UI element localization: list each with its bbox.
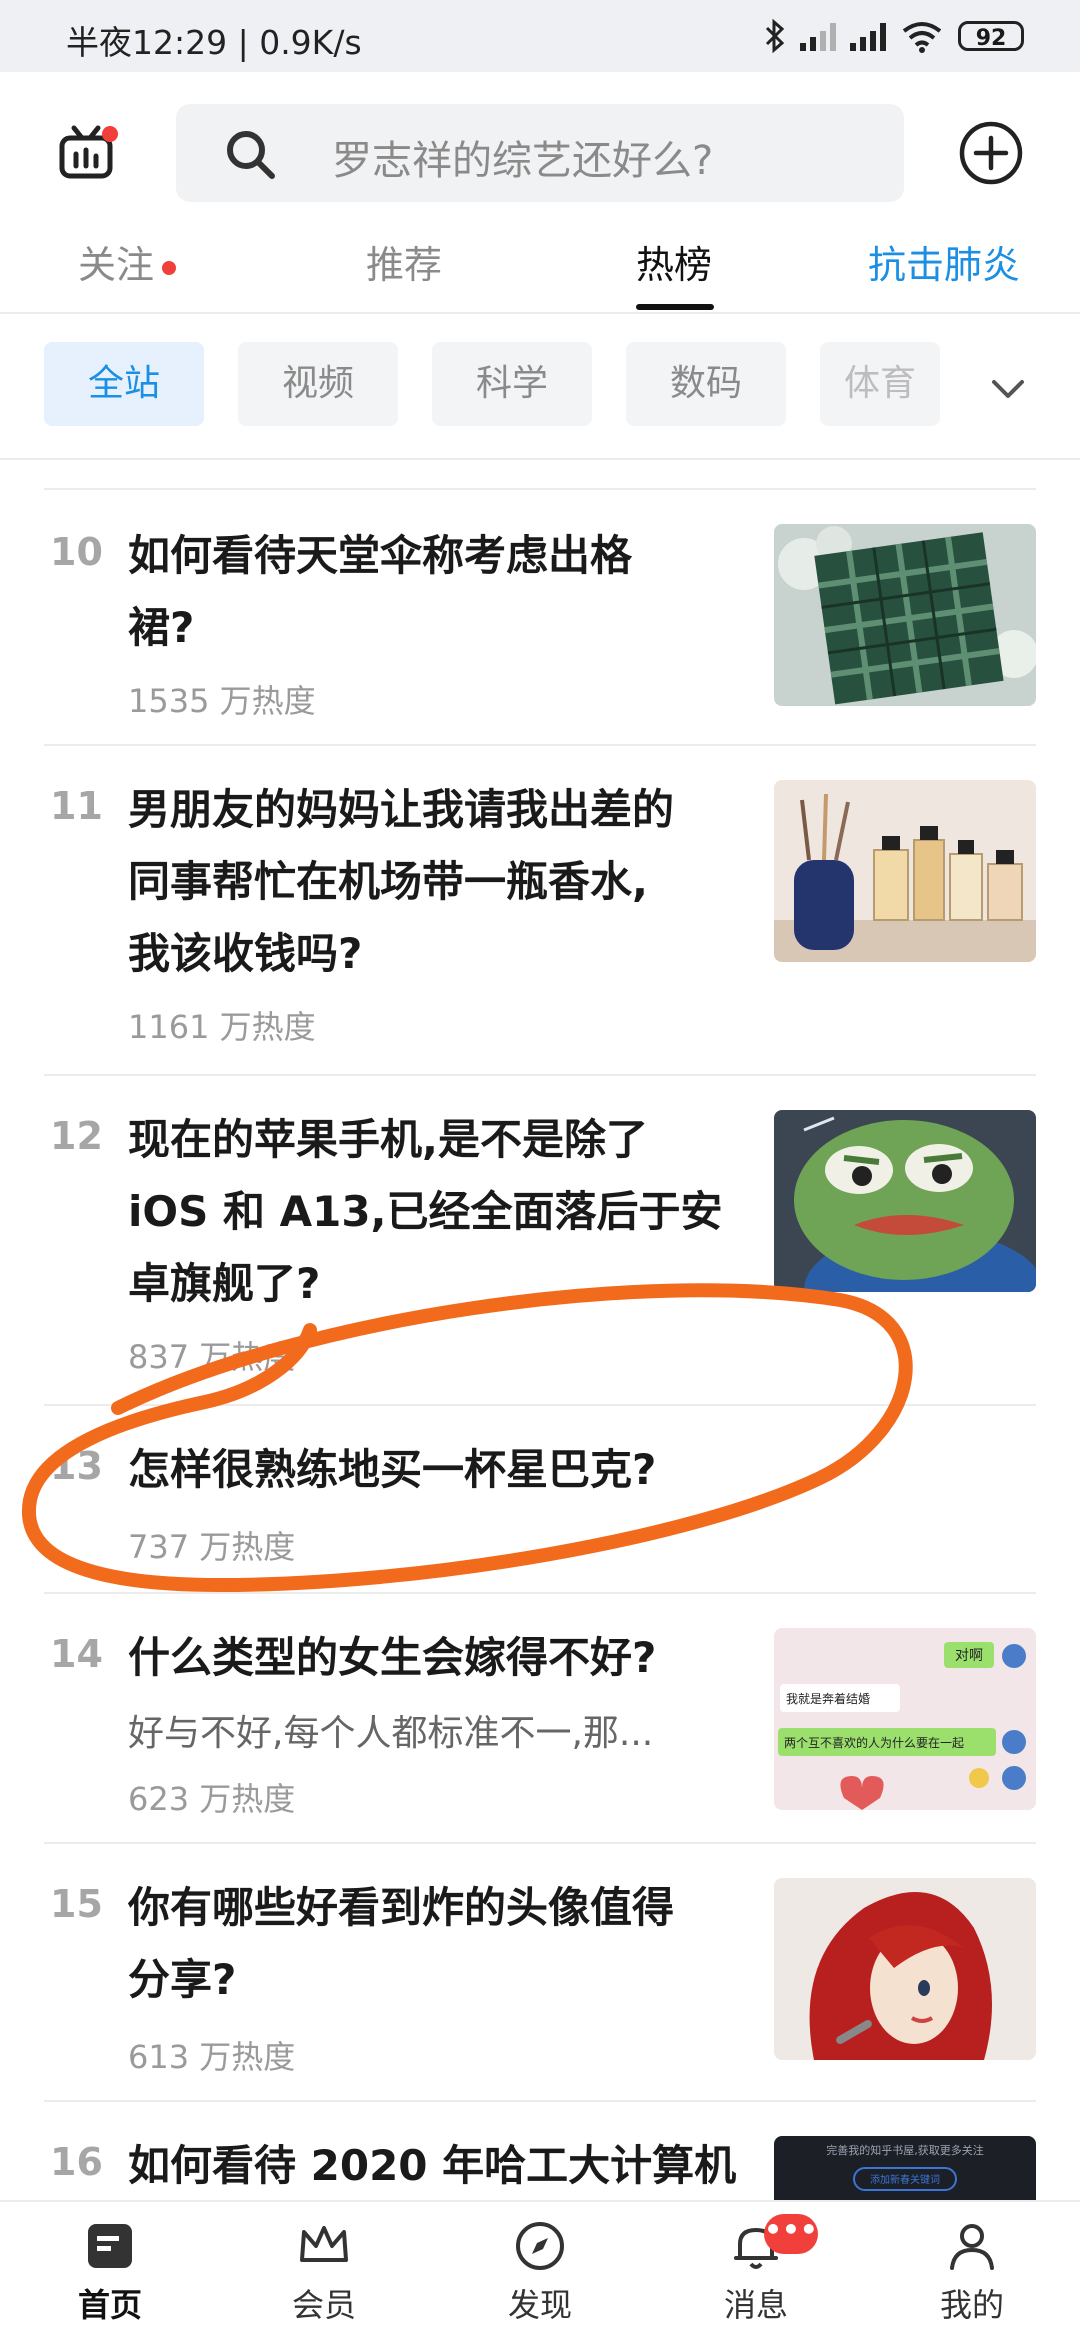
thumbnail-chat-screenshot[interactable]: 对啊 我就是奔着结婚 两个互不喜欢的人为什么要在一起 bbox=[774, 1628, 1036, 1810]
title-line: 裙? bbox=[128, 603, 195, 652]
thumbnail-perfume-bottles[interactable] bbox=[774, 780, 1036, 962]
feed-tabs: 关注 推荐 热榜 抗击肺炎 bbox=[0, 222, 1080, 314]
rank-number: 16 bbox=[50, 2140, 103, 2184]
list-item[interactable]: 14 什么类型的女生会嫁得不好? 好与不好,每个人都标准不一,那... 623 … bbox=[44, 1592, 1036, 1844]
question-title[interactable]: 如何看待 2020 年哈工大计算机 bbox=[128, 2130, 736, 2202]
battery-indicator: 92 bbox=[958, 21, 1024, 51]
rank-number: 15 bbox=[50, 1882, 103, 1926]
nav-label: 消息 bbox=[723, 2286, 788, 2324]
compass-icon bbox=[516, 2222, 564, 2270]
nav-home[interactable]: 首页 bbox=[40, 2218, 180, 2326]
message-badge: ••• bbox=[764, 2214, 818, 2254]
heat-count: 737 万热度 bbox=[128, 1528, 296, 1566]
cellular-signal-1-icon bbox=[800, 21, 836, 51]
chip-sports[interactable]: 体育 bbox=[820, 342, 940, 426]
thumbnail-mermaid-avatar[interactable] bbox=[774, 1878, 1036, 2060]
category-chips: 全站 视频 科学 数码 体育 bbox=[0, 312, 1080, 460]
chat-bubble-text: 两个互不喜欢的人为什么要在一起 bbox=[784, 1735, 964, 1750]
unread-dot bbox=[162, 260, 177, 275]
crown-icon bbox=[300, 2226, 348, 2262]
title-line: 怎样很熟练地买一杯星巴克? bbox=[128, 1445, 657, 1494]
rank-number: 13 bbox=[50, 1444, 103, 1488]
tab-follow[interactable]: 关注 bbox=[78, 234, 177, 289]
title-line: 卓旗舰了? bbox=[128, 1259, 321, 1308]
heat-count: 1535 万热度 bbox=[128, 682, 316, 720]
title-line: 我该收钱吗? bbox=[128, 929, 363, 978]
rank-number: 11 bbox=[50, 784, 103, 828]
home-doc-icon bbox=[88, 2224, 132, 2268]
rank-number: 10 bbox=[50, 530, 103, 574]
heat-count: 1161 万热度 bbox=[128, 1008, 316, 1046]
list-item[interactable]: 12 现在的苹果手机,是不是除了 iOS 和 A13,已经全面落后于安 卓旗舰了… bbox=[44, 1074, 1036, 1406]
bottom-navigation: 首页 会员 发现 ••• 消息 我的 bbox=[0, 2200, 1080, 2342]
title-line: 分享? bbox=[128, 1955, 237, 2004]
tab-hot-list[interactable]: 热榜 bbox=[636, 234, 712, 289]
heat-count: 623 万热度 bbox=[128, 1780, 296, 1818]
active-tab-indicator bbox=[636, 304, 714, 310]
rank-number: 14 bbox=[50, 1632, 103, 1676]
nav-profile[interactable]: 我的 bbox=[902, 2218, 1042, 2326]
nav-label: 发现 bbox=[507, 2286, 572, 2324]
tab-fight-pneumonia[interactable]: 抗击肺炎 bbox=[868, 234, 1020, 289]
question-title[interactable]: 如何看待天堂伞称考虑出格 裙? bbox=[128, 520, 632, 664]
title-line: 你有哪些好看到炸的头像值得 bbox=[128, 1883, 675, 1932]
tv-icon[interactable] bbox=[58, 122, 118, 182]
chat-bubble-text: 我就是奔着结婚 bbox=[786, 1691, 870, 1706]
search-box[interactable]: 罗志祥的综艺还好么? bbox=[176, 104, 904, 202]
title-line: 什么类型的女生会嫁得不好? bbox=[128, 1633, 657, 1682]
list-item[interactable]: 15 你有哪些好看到炸的头像值得 分享? 613 万热度 bbox=[44, 1842, 1036, 2102]
chevron-down-icon[interactable] bbox=[990, 370, 1026, 406]
title-line: 同事帮忙在机场带一瓶香水, bbox=[128, 857, 648, 906]
nav-label: 我的 bbox=[939, 2286, 1004, 2324]
title-line: 男朋友的妈妈让我请我出差的 bbox=[128, 785, 675, 834]
wifi-icon bbox=[902, 22, 942, 53]
title-line: 如何看待天堂伞称考虑出格 bbox=[128, 531, 633, 580]
title-line: iOS 和 A13,已经全面落后于安 bbox=[128, 1187, 723, 1236]
title-line: 现在的苹果手机,是不是除了 bbox=[128, 1115, 648, 1164]
chip-science[interactable]: 科学 bbox=[432, 342, 592, 426]
list-item[interactable]: 10 如何看待天堂伞称考虑出格 裙? 1535 万热度 bbox=[44, 488, 1036, 746]
status-icons: 92 bbox=[764, 14, 1024, 58]
chip-digital[interactable]: 数码 bbox=[626, 342, 786, 426]
thumbnail-plaid-fabric[interactable] bbox=[774, 524, 1036, 706]
list-item[interactable]: 16 如何看待 2020 年哈工大计算机 完善我的知乎书屋,获取更多关注 添加新… bbox=[44, 2100, 1036, 2202]
question-title[interactable]: 男朋友的妈妈让我请我出差的 同事帮忙在机场带一瓶香水, 我该收钱吗? bbox=[128, 774, 674, 990]
list-item[interactable]: 13 怎样很熟练地买一杯星巴克? 737 万热度 bbox=[44, 1404, 1036, 1594]
banner-text: 完善我的知乎书屋,获取更多关注 bbox=[826, 2143, 984, 2157]
thumbnail-pepe-frog[interactable] bbox=[774, 1110, 1036, 1292]
list-item[interactable]: 11 男朋友的妈妈让我请我出差的 同事帮忙在机场带一瓶香水, 我该收钱吗? 11… bbox=[44, 744, 1036, 1076]
status-time-speed: 半夜12:29 | 0.9K/s bbox=[66, 23, 362, 62]
thumbnail-dark-banner[interactable]: 完善我的知乎书屋,获取更多关注 添加新春关键词 bbox=[774, 2136, 1036, 2202]
nav-label: 首页 bbox=[77, 2286, 142, 2324]
add-circle-icon[interactable] bbox=[958, 120, 1024, 186]
question-title[interactable]: 现在的苹果手机,是不是除了 iOS 和 A13,已经全面落后于安 卓旗舰了? bbox=[128, 1104, 723, 1320]
bluetooth-icon bbox=[765, 19, 785, 53]
nav-label: 会员 bbox=[291, 2286, 356, 2324]
heat-count: 613 万热度 bbox=[128, 2038, 296, 2076]
heat-count: 837 万热度 bbox=[128, 1338, 296, 1376]
top-bar: 罗志祥的综艺还好么? bbox=[0, 72, 1080, 222]
cellular-signal-2-icon bbox=[850, 21, 886, 51]
tab-recommend[interactable]: 推荐 bbox=[366, 234, 442, 289]
tab-label: 关注 bbox=[78, 243, 155, 287]
nav-vip[interactable]: 会员 bbox=[254, 2218, 394, 2326]
answer-excerpt: 好与不好,每个人都标准不一,那... bbox=[128, 1713, 654, 1754]
person-icon bbox=[950, 2224, 994, 2270]
rank-number: 12 bbox=[50, 1114, 103, 1158]
chip-video[interactable]: 视频 bbox=[238, 342, 398, 426]
title-line: 如何看待 2020 年哈工大计算机 bbox=[128, 2141, 737, 2190]
search-placeholder: 罗志祥的综艺还好么? bbox=[332, 138, 714, 184]
chat-bubble-text: 对啊 bbox=[955, 1648, 983, 1664]
nav-discover[interactable]: 发现 bbox=[470, 2218, 610, 2326]
search-icon bbox=[227, 131, 275, 179]
question-title[interactable]: 你有哪些好看到炸的头像值得 分享? bbox=[128, 1872, 674, 2016]
status-bar: 半夜12:29 | 0.9K/s 92 bbox=[0, 0, 1080, 72]
nav-messages[interactable]: ••• 消息 bbox=[686, 2214, 826, 2326]
question-title[interactable]: 什么类型的女生会嫁得不好? bbox=[128, 1622, 656, 1694]
question-title[interactable]: 怎样很熟练地买一杯星巴克? bbox=[128, 1434, 656, 1506]
chip-all[interactable]: 全站 bbox=[44, 342, 204, 426]
banner-button-text: 添加新春关键词 bbox=[870, 2173, 940, 2186]
